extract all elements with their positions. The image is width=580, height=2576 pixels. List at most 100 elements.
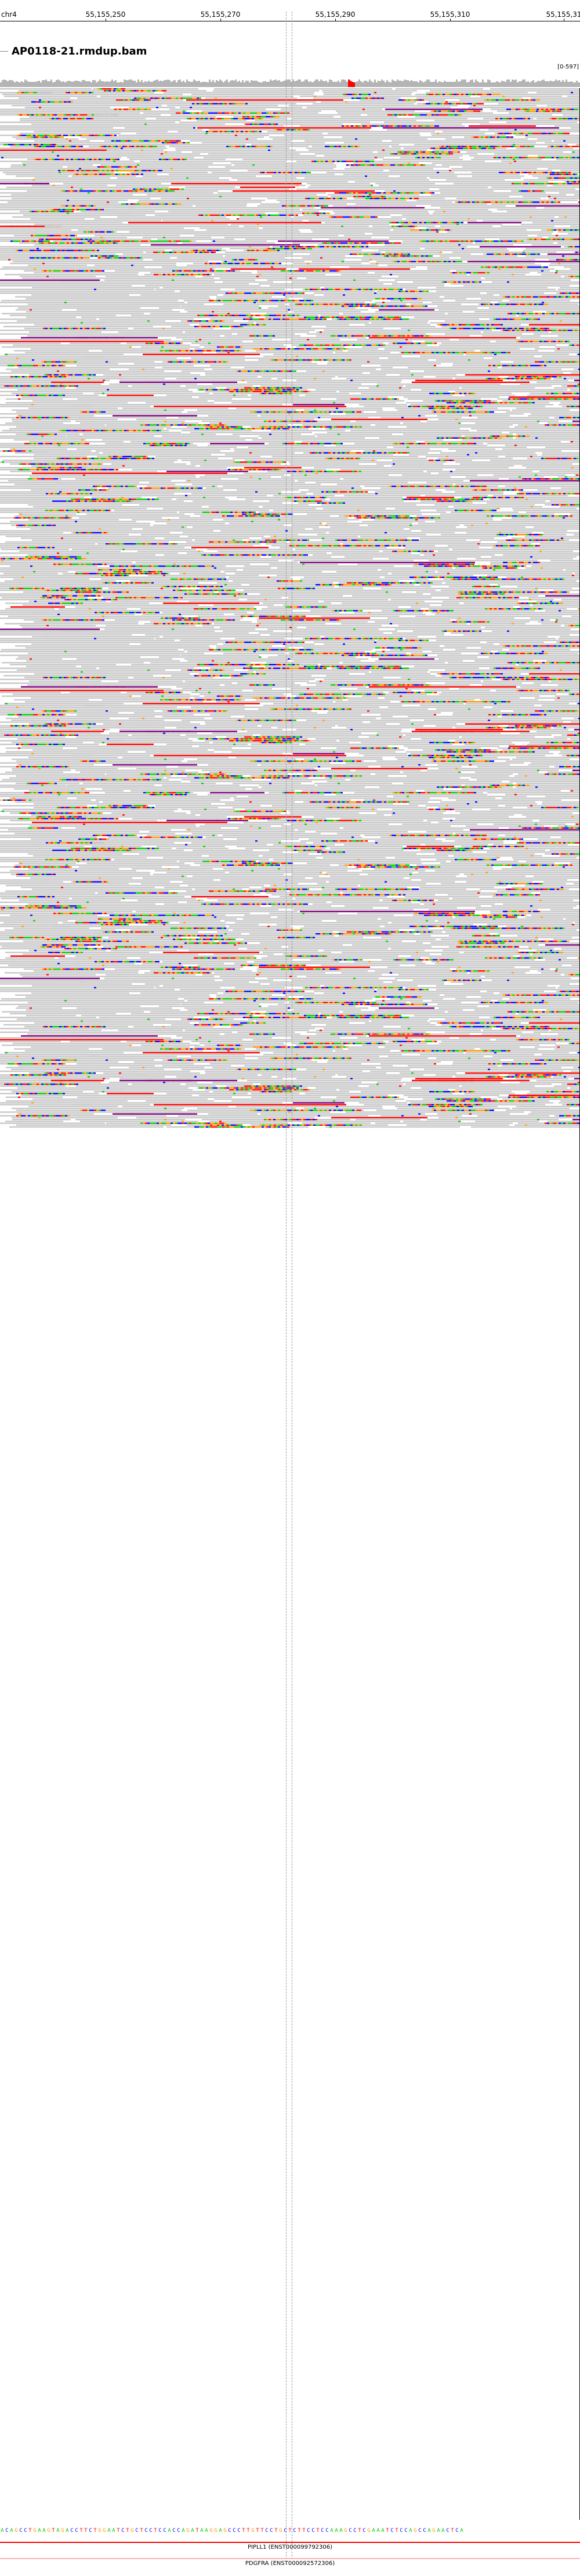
mismatch-base: [432, 192, 434, 194]
mismatch-base: [549, 118, 552, 120]
mismatch-base: [200, 270, 202, 272]
coverage-bar: [418, 82, 419, 87]
coverage-bar: [21, 81, 23, 87]
mismatch-base: [501, 324, 503, 326]
coverage-track[interactable]: [0, 78, 580, 87]
mismatch-base: [535, 99, 538, 101]
mismatch-base: [269, 318, 271, 320]
mismatch-base: [347, 246, 350, 248]
mismatch-base: [102, 146, 104, 147]
mismatch-base: [460, 146, 462, 147]
mismatch-base: [432, 342, 434, 344]
mismatch-base: [148, 97, 150, 99]
mismatch-base: [241, 315, 244, 316]
mismatch-base: [83, 250, 85, 251]
coverage-bar: [456, 80, 458, 87]
mismatch-base: [159, 158, 161, 160]
mismatch-base: [482, 240, 484, 242]
read: [0, 251, 143, 253]
coverage-bar: [191, 82, 193, 87]
mismatch-base: [307, 248, 310, 250]
mismatch-base: [135, 188, 137, 190]
mismatch-base: [462, 248, 464, 250]
mismatch-base: [494, 240, 496, 242]
coverage-bar: [230, 81, 231, 87]
coverage-bar: [85, 81, 87, 87]
mismatch-base: [84, 205, 86, 207]
read: [296, 346, 345, 348]
mismatch-base: [358, 160, 360, 162]
mismatch-base: [535, 157, 538, 158]
mismatch-base: [270, 248, 273, 250]
read: [521, 223, 579, 225]
mismatch-base: [521, 330, 524, 331]
read: [309, 149, 427, 151]
mismatch-base: [171, 342, 173, 344]
mismatch-base: [164, 158, 166, 160]
mismatch-base: [75, 158, 78, 160]
mismatch-base: [365, 304, 367, 305]
mismatch-base: [555, 109, 557, 110]
track-title[interactable]: AP0118-21.rmdup.bam: [12, 45, 147, 57]
mismatch-base: [419, 229, 422, 231]
mismatch-base: [577, 177, 579, 179]
genome-ruler[interactable]: chr4 55,155,250 55,155,270 55,155,290 55…: [0, 0, 580, 26]
mismatch-base: [349, 305, 351, 307]
alignment-track-header[interactable]: AP0118-21.rmdup.bam [0-597]: [0, 41, 580, 70]
read: [389, 237, 542, 239]
mismatch-base: [387, 114, 390, 116]
mismatch-base: [45, 327, 48, 330]
mismatch-base: [288, 292, 291, 294]
mismatch-base: [161, 190, 163, 192]
mismatch-base: [526, 318, 528, 320]
mismatch-base: [467, 147, 470, 149]
mismatch-base: [342, 318, 344, 320]
mismatch-base: [125, 169, 128, 172]
mismatch-base: [416, 342, 418, 344]
mismatch-base: [219, 118, 222, 120]
mismatch-base: [403, 290, 405, 292]
mismatch-base: [67, 212, 69, 214]
mismatch-base: [283, 172, 285, 174]
mismatch-base: [81, 257, 83, 259]
mismatch-base: [276, 348, 278, 350]
mismatch-base: [262, 112, 264, 114]
read: [567, 95, 579, 97]
mismatch-base: [130, 257, 133, 259]
read: [328, 132, 419, 135]
read: [77, 309, 172, 311]
alignment-reads[interactable]: [0, 88, 580, 2520]
mismatch-base: [158, 190, 161, 192]
read: [516, 135, 579, 136]
mismatch-base: [307, 288, 310, 290]
mismatch-base: [63, 118, 66, 120]
discordant-read: [548, 253, 579, 255]
mismatch-base: [405, 255, 407, 257]
mismatch-base: [519, 118, 521, 120]
discordant-read: [128, 222, 321, 223]
mismatch-base: [111, 174, 113, 175]
mismatch-base: [155, 97, 157, 99]
mismatch-base: [360, 318, 362, 320]
read: [387, 129, 480, 131]
mismatch-base: [574, 181, 576, 183]
mismatch-base: [363, 335, 365, 337]
coverage-bar: [113, 81, 115, 87]
read: [425, 341, 490, 342]
coverage-bar: [560, 82, 562, 87]
mismatch-base: [489, 99, 491, 101]
mismatch-base: [205, 262, 207, 265]
mismatch-base: [393, 153, 395, 155]
read: [214, 274, 325, 276]
mismatch-base: [478, 146, 481, 147]
mismatch-base: [569, 239, 571, 240]
read: [538, 155, 579, 157]
mismatch-base: [255, 318, 257, 320]
mismatch-base: [349, 304, 351, 305]
mismatch-base: [572, 157, 575, 158]
mismatch-base: [274, 348, 276, 350]
mismatch-base: [338, 335, 340, 337]
mismatch-base: [81, 169, 84, 172]
mismatch-base: [477, 201, 479, 203]
mismatch-base: [222, 326, 224, 327]
